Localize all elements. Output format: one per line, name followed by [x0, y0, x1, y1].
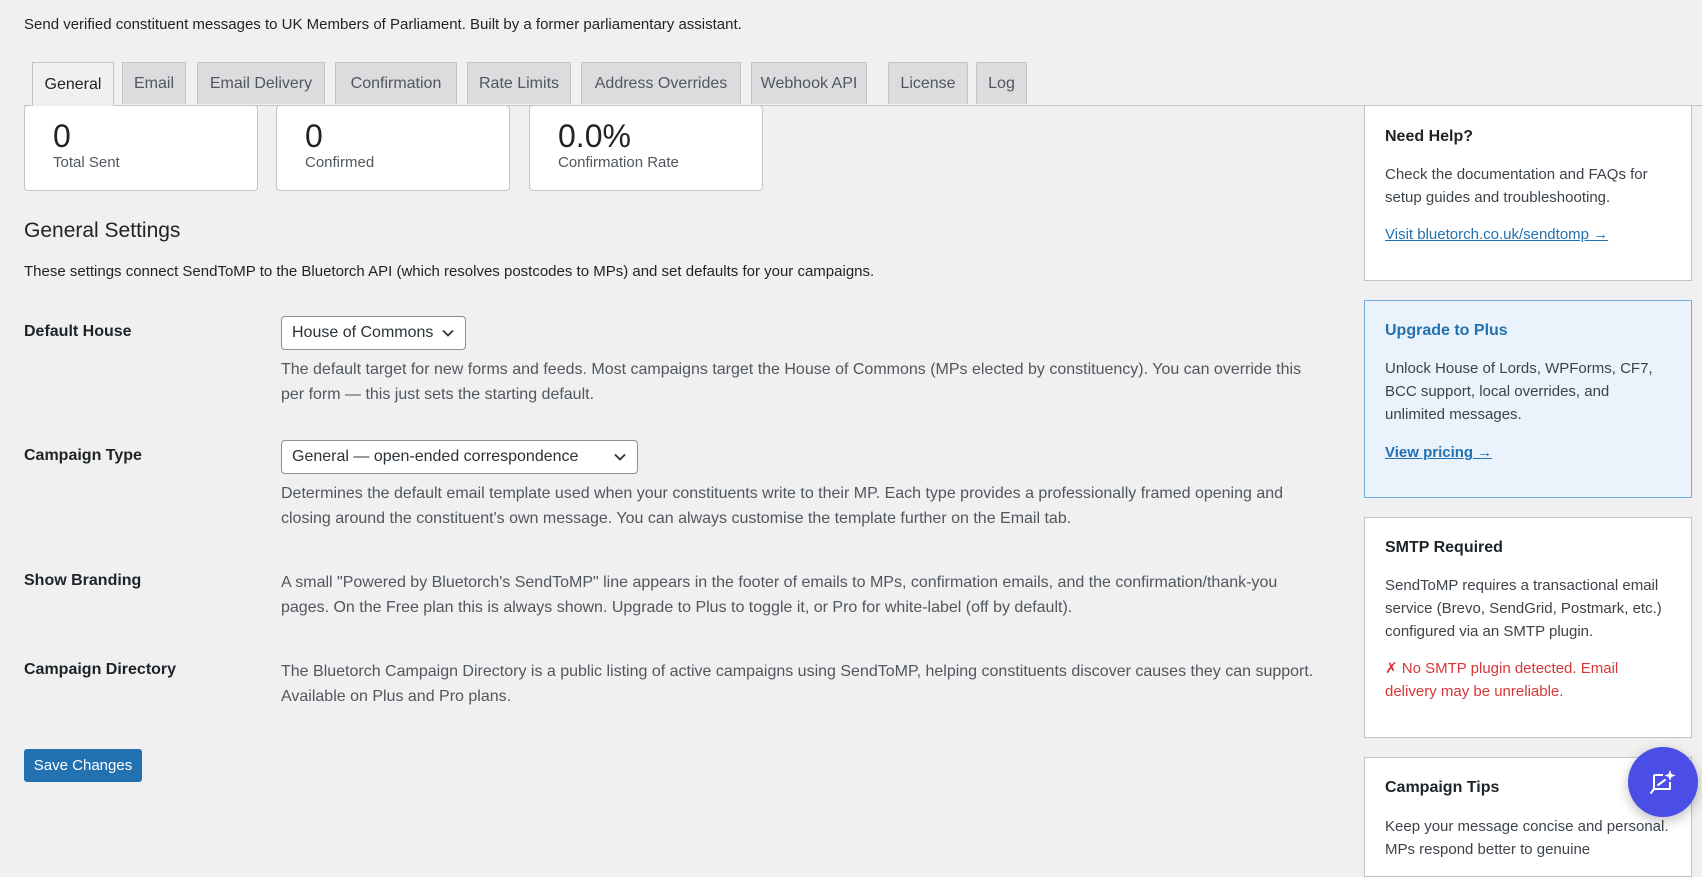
stat-value: 0 — [53, 118, 71, 154]
smtp-card-title: SMTP Required — [1385, 539, 1503, 556]
stat-label: Confirmation Rate — [558, 154, 679, 171]
smtp-card-text: SendToMP requires a transactional email … — [1385, 577, 1662, 640]
campaign-type-label: Campaign Type — [24, 447, 142, 464]
tab-rate-limits[interactable]: Rate Limits — [467, 62, 571, 104]
tips-card-text: Keep your message concise and personal. … — [1385, 818, 1669, 858]
stat-total-sent: 0 Total Sent — [24, 105, 258, 191]
upgrade-card-title: Upgrade to Plus — [1385, 322, 1508, 339]
smtp-error-text: ✗ No SMTP plugin detected. Email deliver… — [1385, 660, 1619, 700]
stat-confirmation-rate: 0.0% Confirmation Rate — [529, 105, 763, 191]
tab-email-delivery[interactable]: Email Delivery — [197, 62, 325, 104]
help-card: Need Help? Check the documentation and F… — [1364, 105, 1692, 281]
upgrade-card-text: Unlock House of Lords, WPForms, CF7, BCC… — [1385, 360, 1653, 423]
chevron-down-icon — [614, 453, 626, 461]
campaign-type-help: Determines the default email template us… — [281, 485, 1284, 527]
docs-link[interactable]: Visit bluetorch.co.uk/sendtomp → — [1385, 226, 1608, 243]
stat-confirmed: 0 Confirmed — [276, 105, 510, 191]
tab-confirmation[interactable]: Confirmation — [335, 62, 457, 104]
default-house-select[interactable]: House of Commons — [281, 316, 466, 350]
default-house-label: Default House — [24, 323, 132, 340]
settings-tabs: General Email Email Delivery Confirmatio… — [24, 62, 1702, 106]
tab-general[interactable]: General — [32, 62, 114, 106]
help-card-title: Need Help? — [1385, 128, 1474, 145]
tab-log[interactable]: Log — [976, 62, 1027, 104]
view-pricing-link[interactable]: View pricing → — [1385, 444, 1492, 461]
intro-text: Send verified constituent messages to UK… — [24, 16, 742, 33]
default-house-help: The default target for new forms and fee… — [281, 361, 1302, 403]
tab-email[interactable]: Email — [122, 62, 186, 104]
stat-label: Confirmed — [305, 154, 375, 171]
default-house-value: House of Commons — [292, 324, 434, 341]
show-branding-label: Show Branding — [24, 572, 142, 589]
stat-value: 0.0% — [558, 118, 631, 154]
page-title: General Settings — [24, 219, 181, 242]
tab-address-overrides[interactable]: Address Overrides — [581, 62, 741, 104]
campaign-directory-help: The Bluetorch Campaign Directory is a pu… — [281, 663, 1314, 705]
tab-webhook-api[interactable]: Webhook API — [751, 62, 867, 104]
campaign-type-value: General — open-ended correspondence — [292, 448, 579, 465]
settings-description: These settings connect SendToMP to the B… — [24, 263, 875, 280]
tab-license[interactable]: License — [888, 62, 968, 104]
campaign-type-select[interactable]: General — open-ended correspondence — [281, 440, 638, 474]
stat-label: Total Sent — [53, 154, 120, 171]
save-button[interactable]: Save Changes — [24, 749, 142, 782]
help-card-text: Check the documentation and FAQs for set… — [1385, 166, 1648, 206]
chat-assistant-button[interactable] — [1628, 747, 1698, 817]
show-branding-help: A small "Powered by Bluetorch's SendToMP… — [281, 574, 1278, 616]
campaign-directory-label: Campaign Directory — [24, 661, 177, 678]
smtp-card: SMTP Required SendToMP requires a transa… — [1364, 517, 1692, 738]
stat-value: 0 — [305, 118, 323, 154]
tips-card-title: Campaign Tips — [1385, 779, 1500, 796]
upgrade-card: Upgrade to Plus Unlock House of Lords, W… — [1364, 300, 1692, 498]
chevron-down-icon — [442, 329, 454, 337]
chat-sparkle-icon — [1650, 770, 1676, 794]
